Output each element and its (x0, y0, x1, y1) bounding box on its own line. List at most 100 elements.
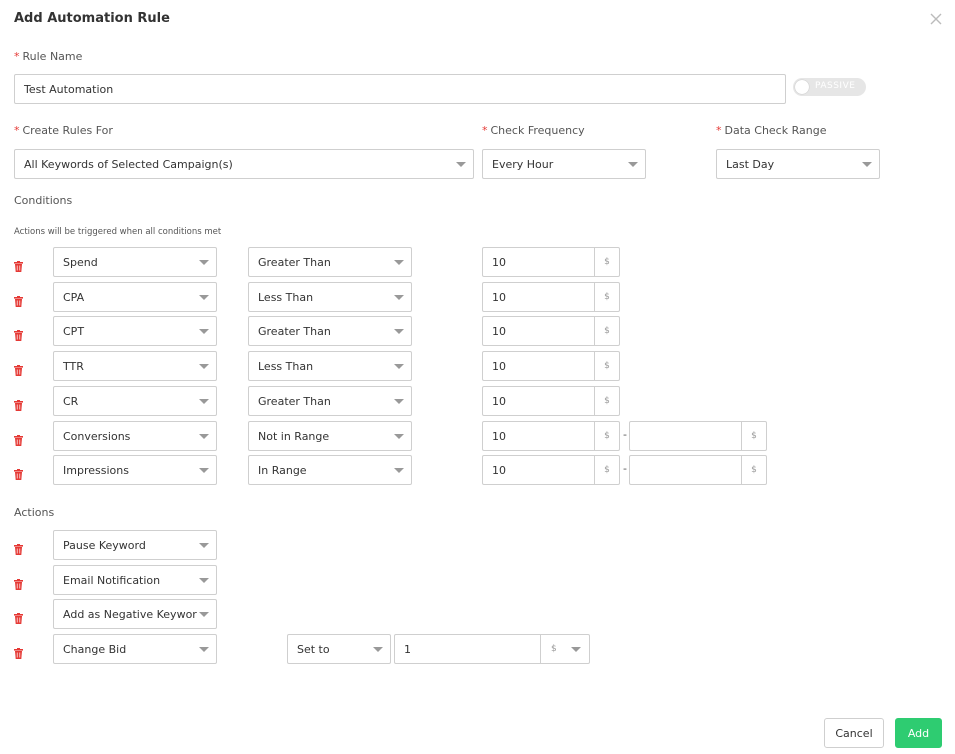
close-icon[interactable] (928, 11, 944, 27)
add-button[interactable]: Add (895, 718, 942, 748)
condition-value-input-value: 10 (492, 290, 506, 304)
condition-value-input-value: 10 (492, 463, 506, 477)
condition-value-input-value: 10 (492, 394, 506, 408)
unit-addon: $ (594, 422, 619, 450)
condition-value-input-value: 10 (492, 255, 506, 269)
chevron-down-icon (394, 434, 404, 439)
cancel-button[interactable]: Cancel (824, 718, 884, 748)
trash-icon[interactable] (14, 644, 23, 659)
dialog-title: Add Automation Rule (14, 11, 170, 26)
condition-value-input[interactable]: 10 $ (482, 386, 620, 416)
chevron-down-icon (199, 260, 209, 265)
condition-value-input[interactable]: 10 $ (482, 282, 620, 312)
action-select[interactable]: Email Notification (53, 565, 217, 595)
condition-metric-select[interactable]: Conversions (53, 421, 217, 451)
trash-icon[interactable] (14, 540, 23, 555)
rule-name-input[interactable]: Test Automation (14, 74, 786, 104)
condition-operator-select-value: Greater Than (258, 324, 331, 338)
trash-icon[interactable] (14, 257, 23, 272)
unit-addon: $ (741, 456, 766, 484)
condition-operator-select[interactable]: Greater Than (248, 247, 412, 277)
trash-icon[interactable] (14, 431, 23, 446)
bid-mode-select[interactable]: Set to (287, 634, 391, 664)
chevron-down-icon (199, 329, 209, 334)
condition-metric-select-value: CPT (63, 324, 85, 338)
chevron-down-icon (199, 434, 209, 439)
condition-value-input[interactable]: 10 $ (482, 351, 620, 381)
unit-addon: $ (594, 456, 619, 484)
chevron-down-icon (862, 162, 872, 167)
action-select-value: Email Notification (63, 573, 161, 587)
chevron-down-icon (394, 295, 404, 300)
check-frequency-value: Every Hour (492, 157, 554, 171)
condition-operator-select[interactable]: In Range (248, 455, 412, 485)
condition-value-input[interactable]: 10 $ (482, 316, 620, 346)
trash-icon[interactable] (14, 575, 23, 590)
condition-metric-select-value: TTR (63, 359, 84, 373)
unit-addon: $ (594, 248, 619, 276)
condition-metric-select[interactable]: TTR (53, 351, 217, 381)
bid-value-input[interactable]: 1 $ (394, 634, 590, 664)
trash-icon[interactable] (14, 396, 23, 411)
condition-metric-select[interactable]: CR (53, 386, 217, 416)
trash-icon[interactable] (14, 361, 23, 376)
data-range-label: * Data Check Range (716, 124, 827, 137)
chevron-down-icon (199, 295, 209, 300)
action-select-value: Pause Keyword (63, 538, 146, 552)
trash-icon[interactable] (14, 292, 23, 307)
toggle-knob (795, 80, 809, 94)
unit-addon: $ (594, 352, 619, 380)
condition-operator-select-value: Greater Than (258, 394, 331, 408)
condition-metric-select-value: CPA (63, 290, 85, 304)
condition-operator-select[interactable]: Greater Than (248, 316, 412, 346)
rule-name-label: * Rule Name (14, 50, 83, 63)
check-frequency-select[interactable]: Every Hour (482, 149, 646, 179)
chevron-down-icon (394, 364, 404, 369)
data-range-select[interactable]: Last Day (716, 149, 880, 179)
action-select[interactable]: Pause Keyword (53, 530, 217, 560)
unit-addon: $ (594, 283, 619, 311)
action-select-value: Add as Negative Keywor (63, 607, 197, 621)
condition-operator-select[interactable]: Less Than (248, 282, 412, 312)
condition-metric-select[interactable]: Impressions (53, 455, 217, 485)
create-rules-select[interactable]: All Keywords of Selected Campaign(s) (14, 149, 474, 179)
action-select[interactable]: Add as Negative Keywor (53, 599, 217, 629)
condition-metric-select[interactable]: Spend (53, 247, 217, 277)
condition-metric-select-value: Impressions (63, 463, 129, 477)
unit-addon: $ (594, 317, 619, 345)
trash-icon[interactable] (14, 465, 23, 480)
chevron-down-icon (394, 399, 404, 404)
passive-toggle[interactable]: PASSIVE (793, 78, 866, 96)
range-separator: - (623, 428, 627, 441)
bid-value: 1 (404, 642, 411, 656)
chevron-down-icon (394, 468, 404, 473)
condition-value2-input[interactable]: $ (629, 421, 767, 451)
chevron-down-icon (199, 364, 209, 369)
data-range-value: Last Day (726, 157, 775, 171)
condition-metric-select[interactable]: CPA (53, 282, 217, 312)
condition-metric-select-value: CR (63, 394, 79, 408)
condition-operator-select[interactable]: Greater Than (248, 386, 412, 416)
action-select[interactable]: Change Bid (53, 634, 217, 664)
condition-value-input-value: 10 (492, 324, 506, 338)
range-separator: - (623, 462, 627, 475)
condition-value-input[interactable]: 10 $ (482, 455, 620, 485)
bid-unit-select[interactable]: $ (540, 635, 589, 663)
chevron-down-icon (199, 399, 209, 404)
trash-icon[interactable] (14, 326, 23, 341)
condition-value2-input[interactable]: $ (629, 455, 767, 485)
condition-value-input[interactable]: 10 $ (482, 421, 620, 451)
condition-operator-select-value: Less Than (258, 290, 314, 304)
chevron-down-icon (199, 468, 209, 473)
condition-operator-select[interactable]: Less Than (248, 351, 412, 381)
condition-operator-select-value: Not in Range (258, 429, 330, 443)
condition-operator-select-value: Greater Than (258, 255, 331, 269)
condition-operator-select[interactable]: Not in Range (248, 421, 412, 451)
trash-icon[interactable] (14, 609, 23, 624)
bid-mode-select-value: Set to (297, 642, 330, 656)
condition-metric-select[interactable]: CPT (53, 316, 217, 346)
condition-value-input[interactable]: 10 $ (482, 247, 620, 277)
unit-addon: $ (594, 387, 619, 415)
chevron-down-icon (199, 543, 209, 548)
chevron-down-icon (199, 647, 209, 652)
